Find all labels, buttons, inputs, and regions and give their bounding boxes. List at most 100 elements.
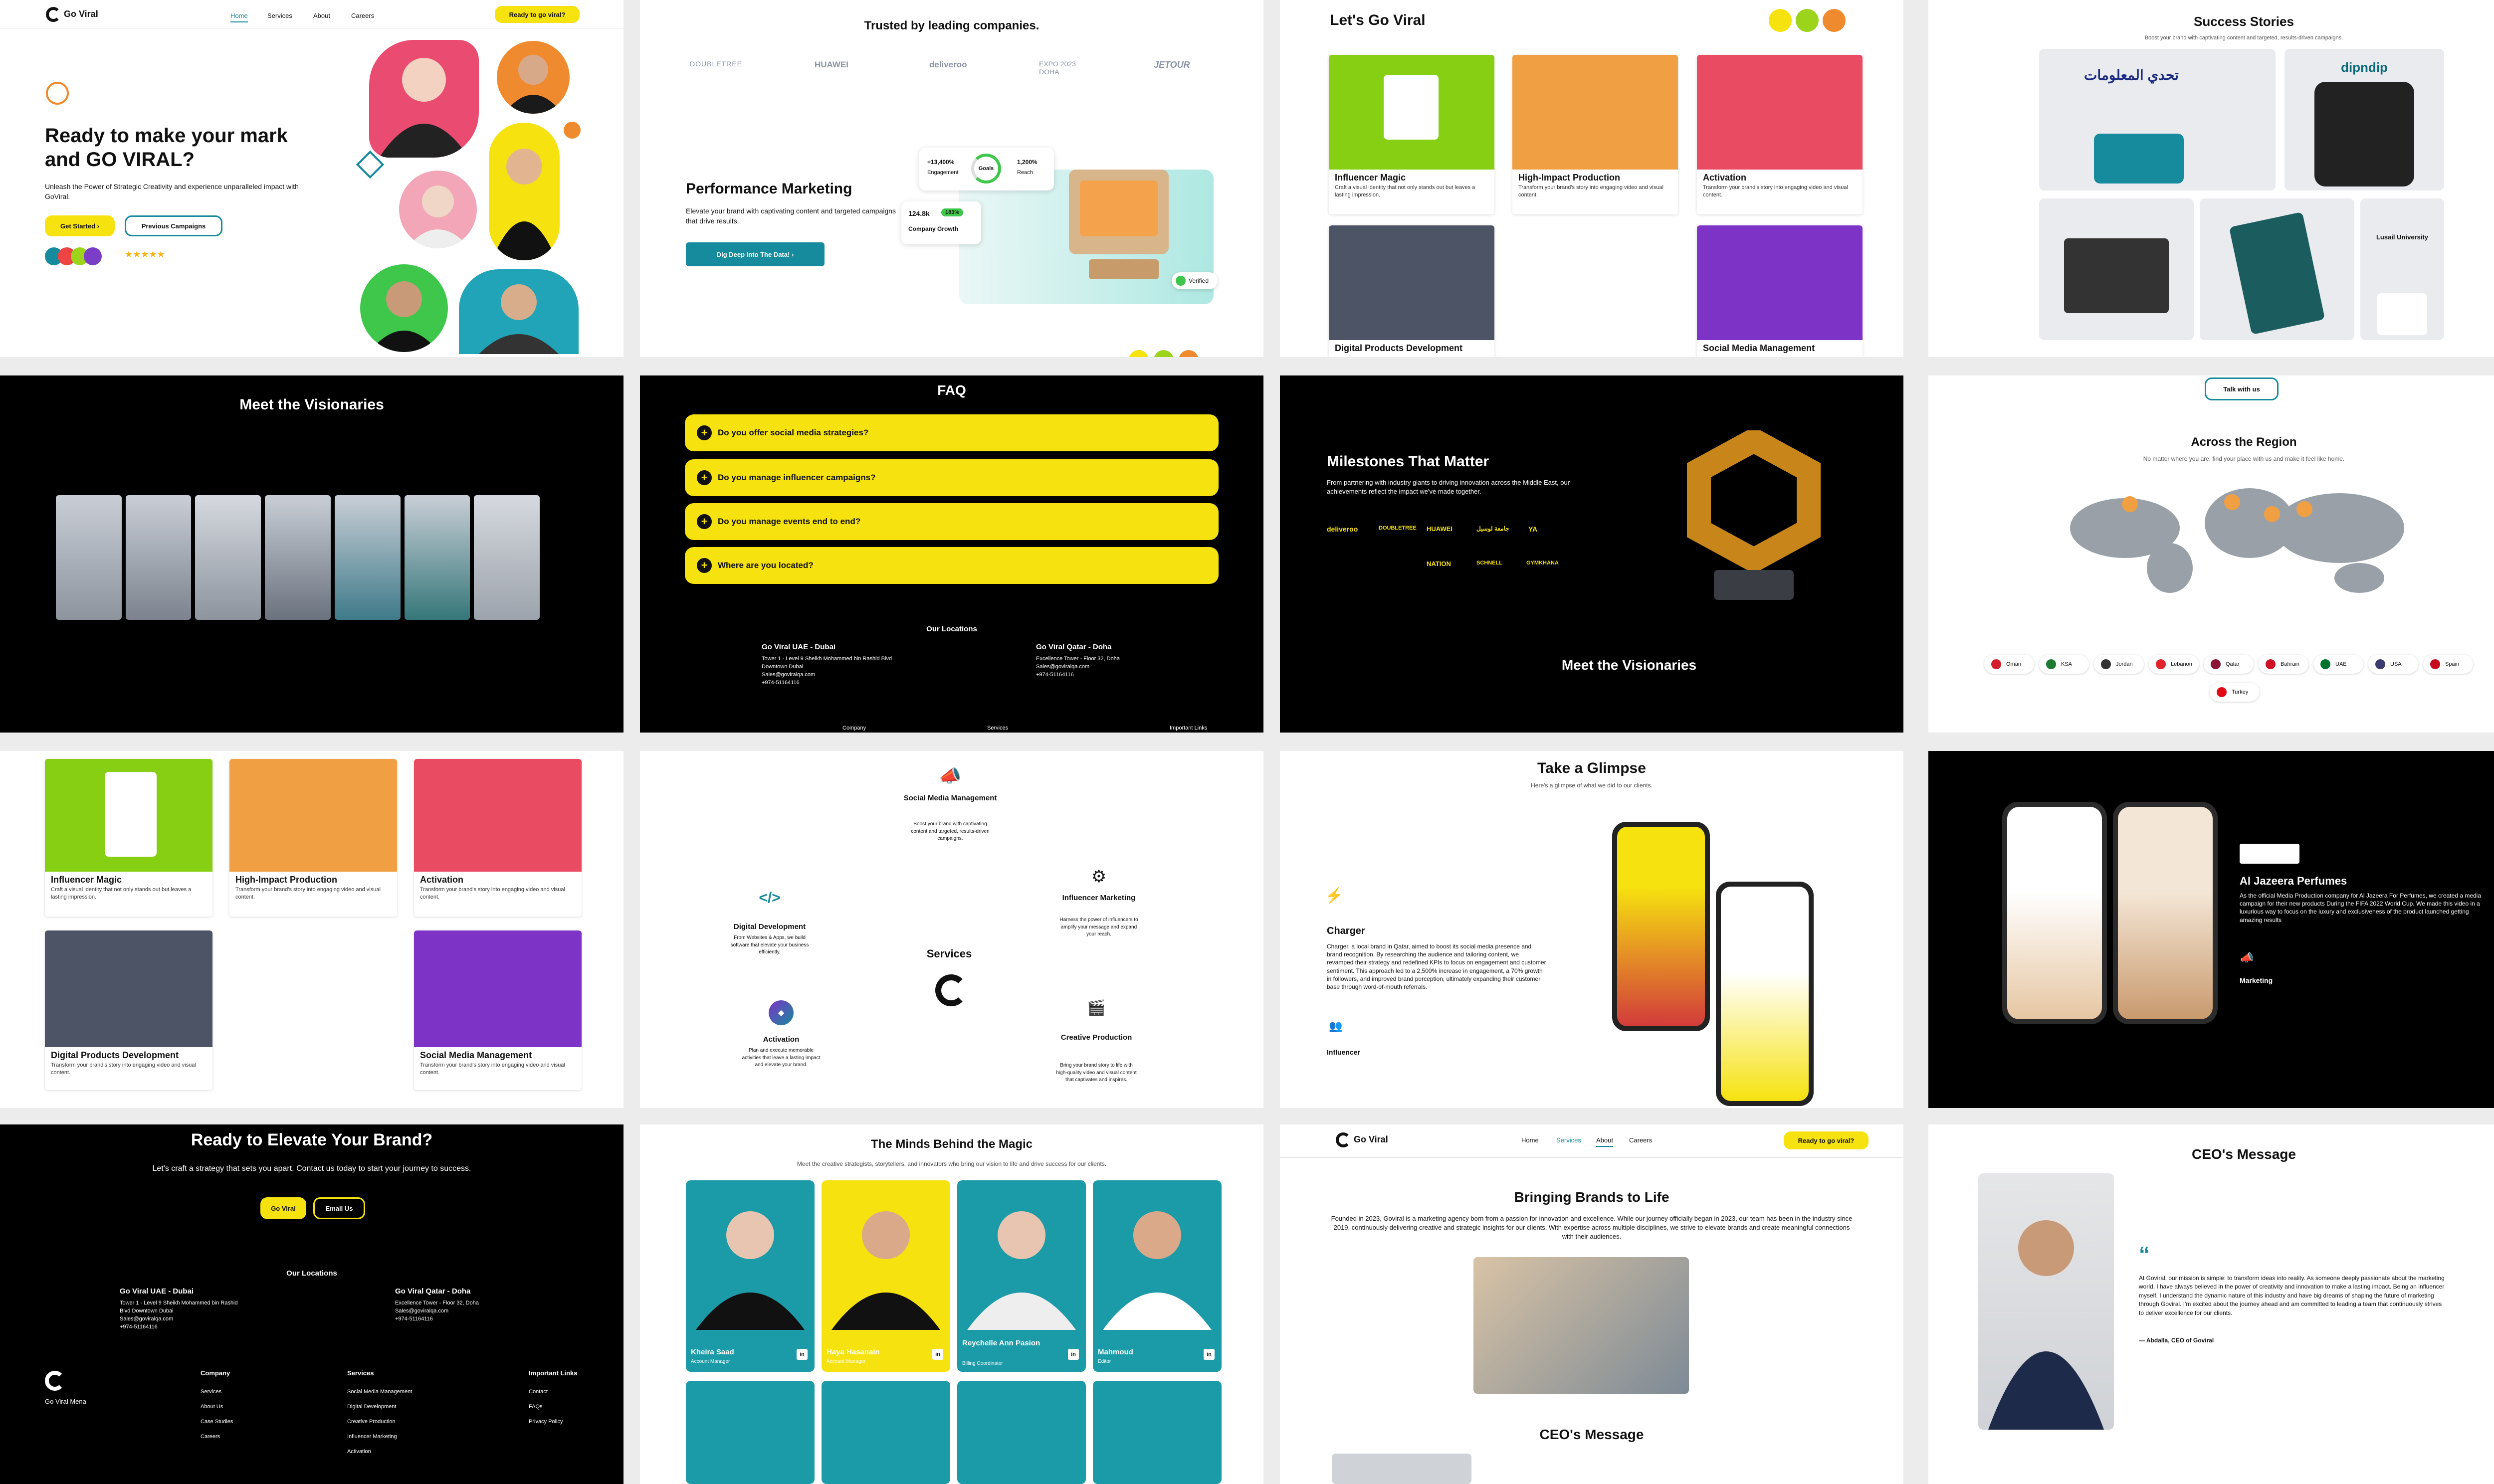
footer-link[interactable]: Social Media Management [347, 1388, 412, 1396]
nav-home[interactable]: Home [1521, 1136, 1539, 1144]
nav-services[interactable]: Services [267, 12, 292, 19]
client-logo: deliveroo [929, 60, 967, 69]
service-card[interactable]: Digital Products Development [1329, 225, 1494, 357]
location-phone[interactable]: +974-51164116 [120, 1323, 249, 1331]
team-member-card[interactable] [957, 1381, 1086, 1484]
flag-lebanon[interactable]: Lebanon [2149, 655, 2199, 674]
team-member-card[interactable]: Haya Hasanain Account Manager in [822, 1180, 950, 1372]
linkedin-icon[interactable]: in [797, 1349, 808, 1360]
location-name: Go Viral Qatar - Doha [1036, 643, 1112, 651]
go-viral-button[interactable]: Go Viral [260, 1197, 306, 1219]
service-card[interactable]: Social Media Management Transform your br… [414, 930, 582, 1090]
nav-about[interactable]: About [313, 12, 330, 19]
team-member-card[interactable] [686, 1381, 815, 1484]
footer-link[interactable]: Contact [529, 1388, 578, 1396]
flag-bahrain[interactable]: Bahrain [2259, 655, 2308, 674]
footer-link[interactable]: Case Studies [201, 1418, 233, 1426]
team-member-card[interactable]: Mahmoud Editor in [1093, 1180, 1222, 1372]
team-photo [497, 41, 570, 114]
flag-label: USA [2390, 661, 2402, 667]
case-card[interactable] [2039, 198, 2194, 340]
faq-question: Where are you located? [718, 560, 814, 570]
service-card[interactable]: Activation Transform your brand's story i… [1697, 55, 1863, 214]
flag-qatar[interactable]: Qatar [2204, 655, 2254, 674]
footer-link[interactable]: Activation [347, 1448, 412, 1456]
flag-icon [2101, 659, 2111, 669]
linkedin-icon[interactable]: in [1068, 1349, 1079, 1360]
flag-turkey[interactable]: Turkey [2210, 683, 2260, 702]
footer-link[interactable]: FAQs [529, 1403, 578, 1411]
footer-link[interactable]: Creative Production [347, 1418, 412, 1426]
faq-item[interactable]: + Do you manage influencer campaigns? [685, 459, 1219, 496]
go-viral-cta[interactable]: Ready to go viral? [1784, 1131, 1869, 1149]
team-member-card[interactable]: Reychelle Ann Pasion Billing Coordinator i… [957, 1180, 1086, 1372]
service-card[interactable]: Influencer Magic Craft a visual identity … [45, 759, 212, 917]
previous-campaigns-button[interactable]: Previous Campaigns [125, 215, 222, 236]
service-card[interactable]: High-Impact Production Transform your bra… [229, 759, 397, 917]
service-card[interactable]: Digital Products Development Transform yo… [45, 930, 212, 1090]
location-email[interactable]: Sales@goviralqa.com [395, 1307, 525, 1315]
footer-link[interactable]: Careers [201, 1433, 233, 1441]
dig-deep-button[interactable]: Dig Deep Into The Data! › [686, 242, 825, 266]
reach-label: Reach [1017, 170, 1033, 176]
faq-item[interactable]: + Where are you located? [685, 547, 1219, 584]
flag-ksa[interactable]: KSA [2039, 655, 2089, 674]
get-started-button[interactable]: Get Started › [45, 215, 115, 236]
plus-icon: + [697, 425, 712, 440]
location-email[interactable]: Sales@goviralqa.com [1036, 663, 1166, 671]
email-us-button[interactable]: Email Us [313, 1197, 365, 1219]
case-card[interactable]: تحدي المعلومات [2039, 49, 2276, 190]
team-member-card[interactable]: Kheira Saad Account Manager in [686, 1180, 815, 1372]
footer-link[interactable]: About Us [201, 1403, 233, 1411]
location-email[interactable]: Sales@goviralqa.com [762, 671, 901, 679]
flag-oman[interactable]: Oman [1984, 655, 2034, 674]
go-viral-cta[interactable]: Ready to go viral? [495, 6, 580, 23]
nav-careers[interactable]: Careers [1629, 1136, 1652, 1144]
faq-item[interactable]: + Do you manage events end to end? [685, 503, 1219, 540]
ceo-panel: CEO's Message “ At Goviral, our mission … [1928, 1124, 2494, 1484]
flag-usa[interactable]: USA [2368, 655, 2418, 674]
location-phone[interactable]: +974-51164116 [395, 1315, 525, 1323]
service-card[interactable]: Activation Transform your brand's story i… [414, 759, 582, 917]
case-desc: Charger, a local brand in Qatar, aimed t… [1327, 943, 1546, 990]
flag-spain[interactable]: Spain [2423, 655, 2473, 674]
location-email[interactable]: Sales@goviralqa.com [120, 1315, 249, 1323]
footer-col-heading: Company [201, 1369, 230, 1377]
nav-services[interactable]: Services [1556, 1136, 1581, 1144]
ceo-quote: At Goviral, our mission is simple: to tr… [2139, 1275, 2445, 1316]
faq-item[interactable]: + Do you offer social media strategies? [685, 414, 1219, 451]
case-card[interactable]: Lusail University [2360, 198, 2444, 340]
linkedin-icon[interactable]: in [1204, 1349, 1215, 1360]
icon-dot[interactable] [1823, 9, 1846, 32]
footer-link[interactable]: Influencer Marketing [347, 1433, 412, 1441]
case-card[interactable] [2200, 198, 2354, 340]
brand-logo [2240, 844, 2299, 864]
flag-jordan[interactable]: Jordan [2094, 655, 2144, 674]
logo-icon [1336, 1132, 1351, 1147]
brand-logo[interactable]: Go Viral [46, 7, 98, 22]
footer-link[interactable]: Digital Development [347, 1403, 412, 1411]
service-card[interactable]: Influencer Magic Craft a visual identity … [1329, 55, 1494, 214]
nav-home[interactable]: Home [230, 12, 248, 22]
footer-link[interactable]: Privacy Policy [529, 1418, 578, 1426]
team-member-card[interactable] [1093, 1381, 1222, 1484]
icon-dot[interactable] [1796, 9, 1819, 32]
service-card[interactable]: Social Media Management [1697, 225, 1863, 357]
location-phone[interactable]: +974-51164116 [762, 679, 901, 687]
nav-about[interactable]: About [1596, 1136, 1613, 1147]
team-member-card[interactable] [822, 1381, 950, 1484]
profile-mockup [105, 772, 157, 857]
case-card[interactable]: dipndip [2285, 49, 2444, 190]
nav-careers[interactable]: Careers [351, 12, 374, 19]
linkedin-icon[interactable]: in [932, 1349, 943, 1360]
network-icon: ⚙ [1091, 867, 1107, 886]
phone-mockup [2229, 211, 2325, 335]
brand-logo[interactable]: Go Viral [1336, 1132, 1388, 1147]
talk-with-us-button[interactable]: Talk with us [2205, 377, 2279, 400]
flag-uae[interactable]: UAE [2313, 655, 2363, 674]
footer-link[interactable]: Services [201, 1388, 233, 1396]
faq-question: Do you manage influencer campaigns? [718, 473, 876, 482]
location-phone[interactable]: +974-51164116 [1036, 671, 1166, 679]
icon-dot[interactable] [1769, 9, 1792, 32]
service-card[interactable]: High-Impact Production Transform your bra… [1512, 55, 1678, 214]
